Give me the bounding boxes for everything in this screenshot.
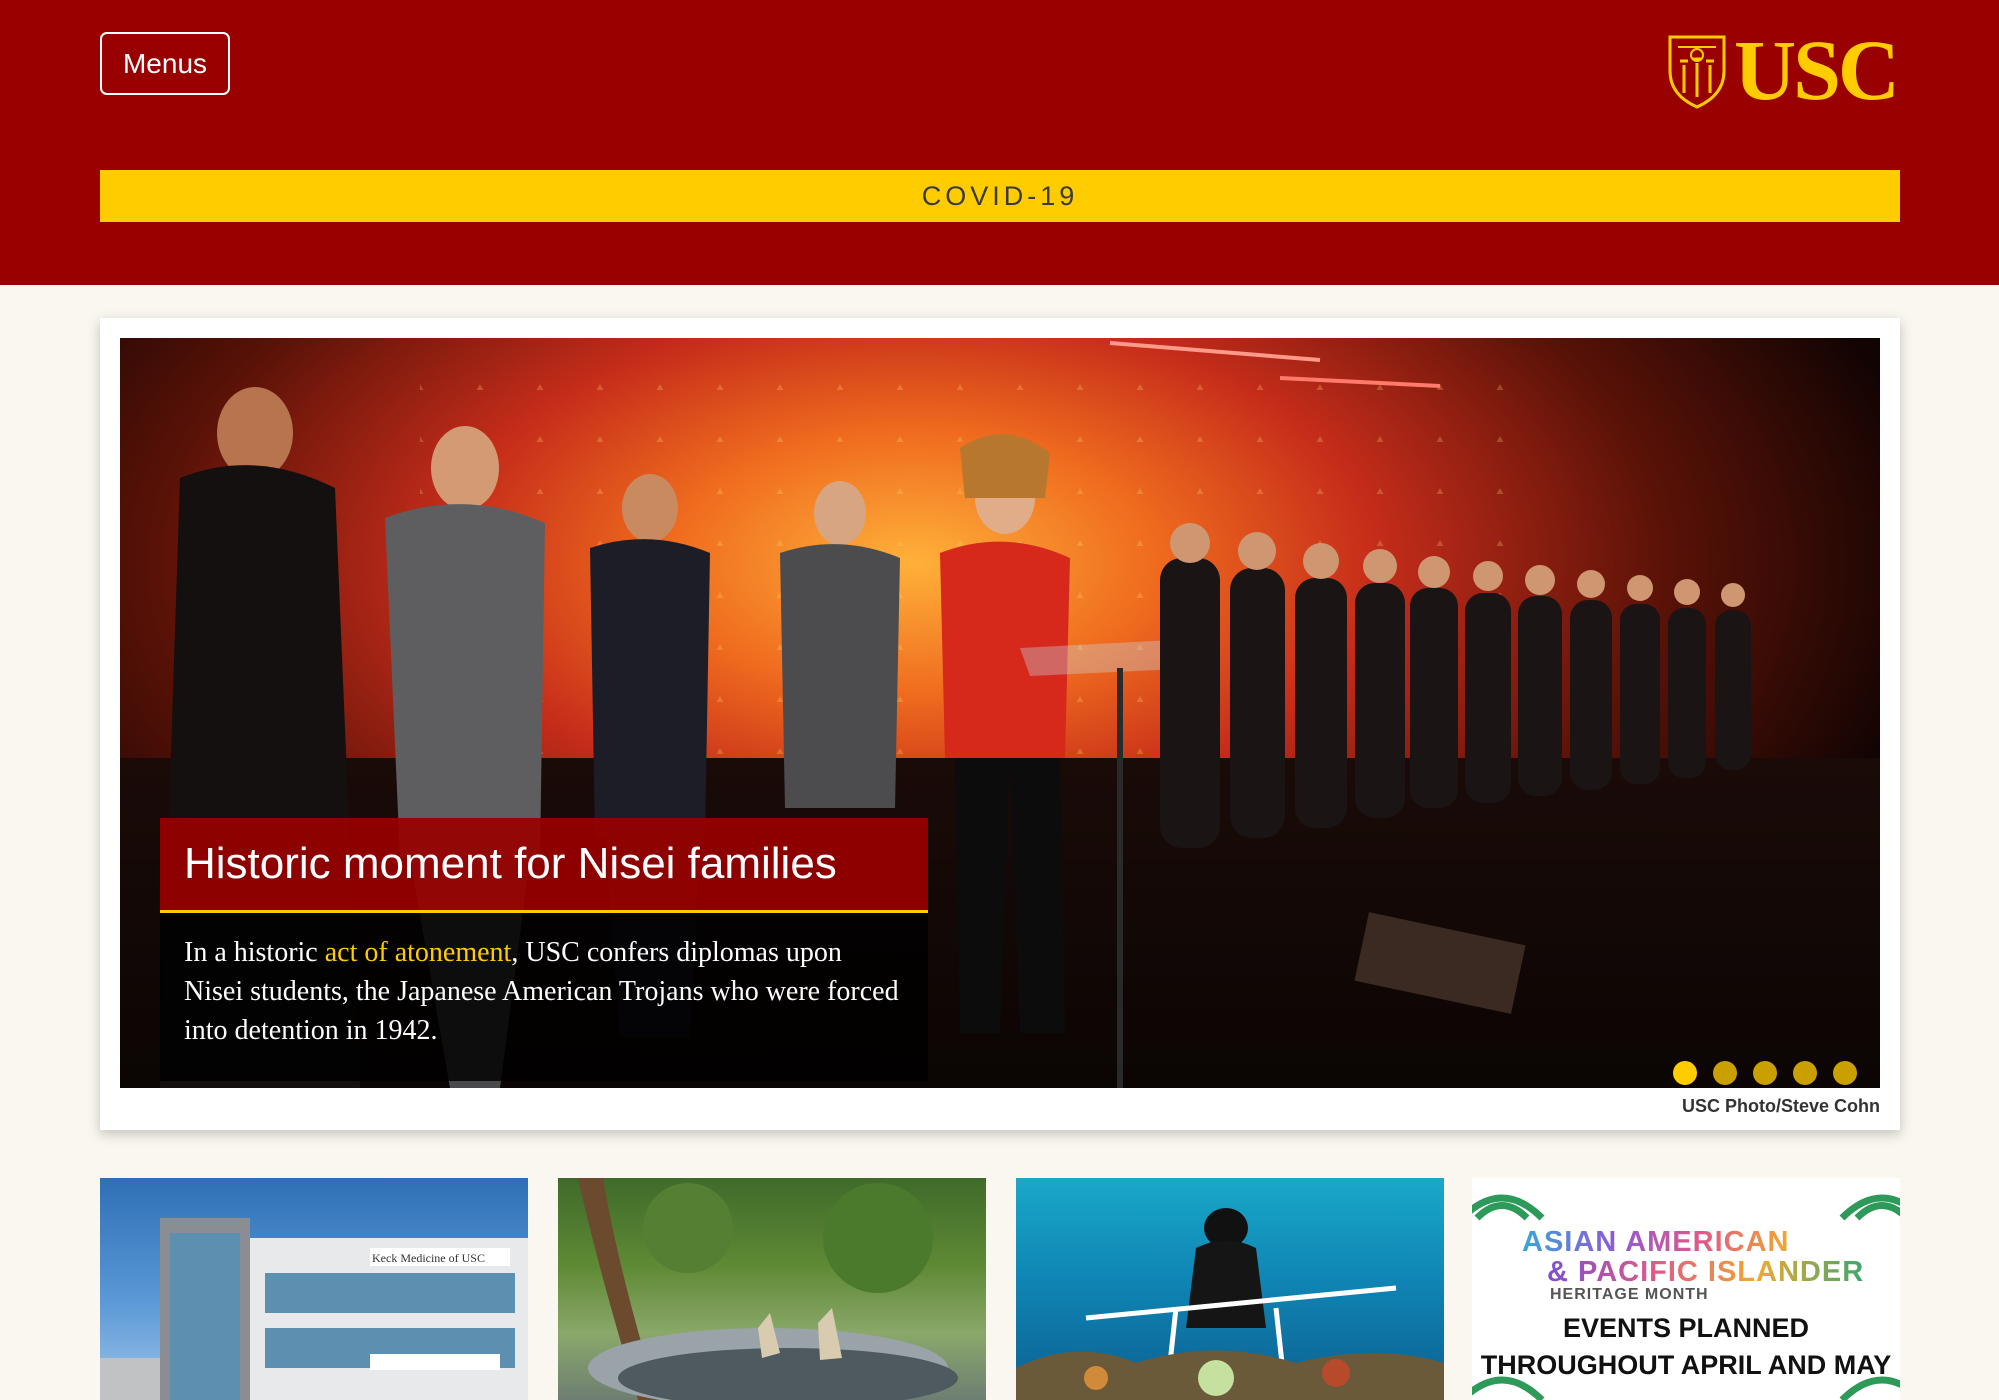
carousel-dot-3[interactable]	[1753, 1061, 1777, 1085]
menus-button[interactable]: Menus	[100, 32, 230, 95]
usc-seal-icon	[1668, 35, 1726, 109]
carousel-dot-2[interactable]	[1713, 1061, 1737, 1085]
keck-building-image: Keck Medicine of USC	[100, 1218, 528, 1400]
logo-wordmark: USC	[1734, 22, 1900, 118]
tile-scuba-diver[interactable]	[1016, 1178, 1444, 1400]
feature-tiles: Keck Medicine of USC ASIAN AMERICAN & PA…	[100, 1178, 1900, 1400]
aapi-subtitle: HERITAGE MONTH	[1550, 1286, 1709, 1303]
keck-sign: Keck Medicine of USC	[372, 1251, 485, 1265]
act-of-atonement-link[interactable]: act of atonement	[325, 937, 512, 968]
tile-keck-medicine[interactable]: Keck Medicine of USC	[100, 1178, 528, 1400]
photo-credit: USC Photo/Steve Cohn	[1681, 1096, 1880, 1116]
site-header: Menus USC COVID-19	[0, 0, 1999, 285]
hero-description: In a historic act of atonement, USC conf…	[160, 913, 928, 1081]
usc-logo[interactable]: USC	[1666, 22, 1901, 118]
tile-garden[interactable]	[558, 1178, 986, 1400]
aapi-title-line2: & PACIFIC ISLANDER	[1547, 1256, 1865, 1288]
hero-photo[interactable]: Historic moment for Nisei families In a …	[120, 338, 1880, 1088]
scuba-diver-image	[1016, 1208, 1444, 1400]
carousel-dot-1[interactable]	[1673, 1061, 1697, 1085]
carousel-dot-5[interactable]	[1833, 1061, 1857, 1085]
hero-description-prefix: In a historic	[184, 937, 325, 968]
garden-fountain-image	[578, 1178, 958, 1400]
aapi-events-text: EVENTS PLANNED THROUGHOUT APRIL AND MAY	[1480, 1313, 1892, 1380]
hero-title[interactable]: Historic moment for Nisei families	[160, 818, 928, 913]
carousel-dot-4[interactable]	[1793, 1061, 1817, 1085]
covid-alert-link[interactable]: COVID-19	[100, 170, 1900, 222]
aapi-title-line1: ASIAN AMERICAN	[1522, 1226, 1790, 1258]
tile-aapi-heritage[interactable]: ASIAN AMERICAN & PACIFIC ISLANDER HERITA…	[1472, 1178, 1900, 1400]
hero-carousel: Historic moment for Nisei families In a …	[100, 318, 1900, 1130]
carousel-pagination	[1673, 1061, 1857, 1085]
